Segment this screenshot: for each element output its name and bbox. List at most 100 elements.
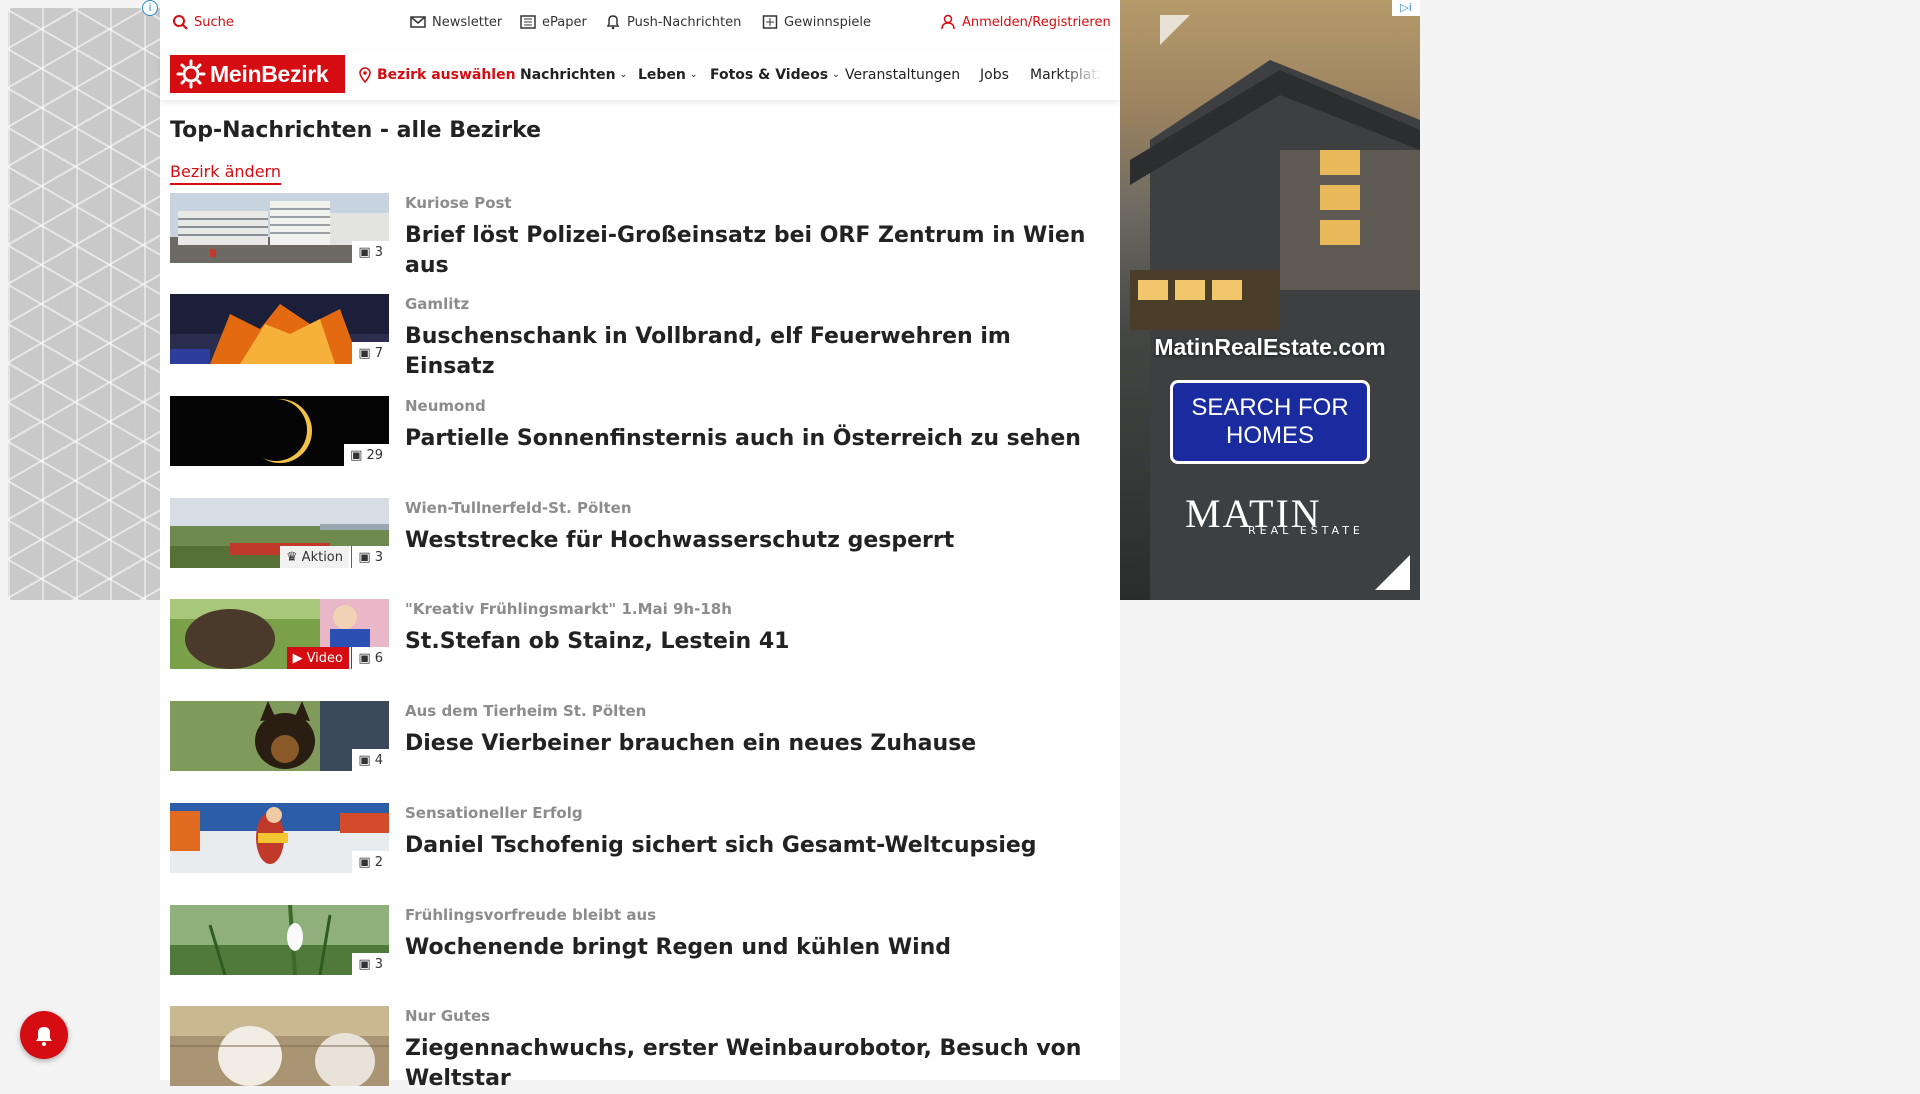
photo-count: 3 xyxy=(374,956,383,972)
article-thumbnail[interactable]: ▣ 3 xyxy=(170,193,389,263)
article-headline[interactable]: Daniel Tschofenig sichert sich Gesamt-We… xyxy=(405,831,1095,861)
image-icon: ▣ xyxy=(350,447,363,463)
chevron-down-icon: ⌄ xyxy=(689,70,698,80)
image-icon: ▣ xyxy=(358,854,371,870)
article-kicker: Kuriose Post xyxy=(405,194,512,212)
article-headline[interactable]: Brief löst Polizei-Großeinsatz bei ORF Z… xyxy=(405,221,1095,281)
nav-item-nachrichten[interactable]: Nachrichten ⌄ xyxy=(520,67,627,83)
ad-url-text: MatinRealEstate.com xyxy=(1154,334,1386,360)
epaper-label: ePaper xyxy=(542,14,587,30)
list-item[interactable]: ▣ 7 Gamlitz Buschenschank in Vollbrand, … xyxy=(170,294,1100,379)
newsletter-link[interactable]: Newsletter xyxy=(410,14,502,30)
photo-count-badge: ▣ 29 xyxy=(344,444,389,466)
article-headline[interactable]: St.Stefan ob Stainz, Lestein 41 xyxy=(405,627,1095,657)
list-item[interactable]: ▣ 2 Sensationeller Erfolg Daniel Tschofe… xyxy=(170,803,1100,875)
epaper-link[interactable]: ePaper xyxy=(520,14,587,30)
ad-info-icon[interactable]: i xyxy=(142,0,158,16)
bell-icon xyxy=(605,14,621,30)
photo-count: 3 xyxy=(374,549,383,565)
nav-overflow-fade xyxy=(1060,50,1120,100)
left-skyscraper-ad[interactable] xyxy=(8,8,160,600)
list-item[interactable]: ♛ Aktion ▣ 3 Wien-Tullnerfeld-St. Pölten… xyxy=(170,498,1100,570)
push-notifications-link[interactable]: Push-Nachrichten xyxy=(605,14,741,30)
utility-bar: Suche Newsletter ePaper Push-Nachrichten… xyxy=(160,0,1120,46)
nav-item-fotos-videos[interactable]: Fotos & Videos ⌄ xyxy=(710,67,840,83)
article-kicker: Wien-Tullnerfeld-St. Pölten xyxy=(405,499,632,517)
photo-count-badge: ▣ 3 xyxy=(352,241,389,263)
nav-item-label: Fotos & Videos xyxy=(710,67,829,83)
nav-item-leben[interactable]: Leben ⌄ xyxy=(638,67,697,83)
video-badge: ▶ Video xyxy=(286,647,351,669)
video-label: Video xyxy=(306,650,343,666)
district-select[interactable]: Bezirk auswählen xyxy=(357,67,516,83)
logo-text: MeinBezirk xyxy=(210,60,329,87)
chevron-down-icon: ⌄ xyxy=(832,70,840,80)
search-link[interactable]: Suche xyxy=(172,14,234,30)
photo-count-badge: ▣ 2 xyxy=(352,851,389,873)
image-icon: ▣ xyxy=(358,244,371,260)
login-label: Anmelden/Registrieren xyxy=(962,14,1111,30)
article-thumbnail[interactable]: ▣ 7 xyxy=(170,294,389,364)
article-kicker: Frühlingsvorfreude bleibt aus xyxy=(405,906,657,924)
article-kicker: Neumond xyxy=(405,397,486,415)
envelope-icon xyxy=(410,14,426,30)
photo-count-badge: ▣ 3 xyxy=(352,953,389,975)
article-kicker: Aus dem Tierheim St. Pölten xyxy=(405,702,647,720)
article-thumbnail[interactable]: ▣ 2 xyxy=(170,803,389,873)
article-headline[interactable]: Diese Vierbeiner brauchen ein neues Zuha… xyxy=(405,729,1095,759)
contests-link[interactable]: Gewinnspiele xyxy=(762,14,871,30)
article-kicker: Sensationeller Erfolg xyxy=(405,804,583,822)
article-kicker: Gamlitz xyxy=(405,295,470,313)
article-headline[interactable]: Ziegennachwuchs, erster Weinbaurobotor, … xyxy=(405,1034,1095,1094)
photo-count-badge: ▣ 3 xyxy=(352,546,389,568)
main-navigation: MeinBezirk Bezirk auswählen Nachrichten … xyxy=(160,50,1120,100)
location-pin-icon xyxy=(357,67,373,83)
article-thumbnail[interactable]: ▣ 29 xyxy=(170,396,389,466)
article-headline[interactable]: Weststrecke für Hochwasserschutz gesperr… xyxy=(405,526,1095,556)
photo-count: 6 xyxy=(374,650,383,666)
article-headline[interactable]: Buschenschank in Vollbrand, elf Feuerweh… xyxy=(405,322,1095,382)
list-item[interactable]: ▣ 3 Frühlingsvorfreude bleibt aus Wochen… xyxy=(170,905,1100,977)
nav-item-label: Leben xyxy=(638,67,686,83)
notification-bell-button[interactable] xyxy=(20,1011,68,1059)
nav-item-jobs[interactable]: Jobs xyxy=(980,67,1009,83)
play-icon: ▶ xyxy=(292,650,303,666)
photo-count: 2 xyxy=(374,854,383,870)
login-link[interactable]: Anmelden/Registrieren xyxy=(940,14,1111,30)
user-icon xyxy=(940,14,956,30)
search-homes-button[interactable]: SEARCH FOR HOMES xyxy=(1170,380,1370,464)
article-thumbnail[interactable]: ▣ 4 xyxy=(170,701,389,771)
goat-photo-icon xyxy=(170,1006,389,1086)
article-thumbnail[interactable]: ♛ Aktion ▣ 3 xyxy=(170,498,389,568)
article-headline[interactable]: Partielle Sonnenfinsternis auch in Öster… xyxy=(405,424,1095,454)
push-label: Push-Nachrichten xyxy=(627,14,742,30)
site-logo[interactable]: MeinBezirk xyxy=(170,55,345,93)
adchoices-icon[interactable]: ▷i xyxy=(1392,0,1420,16)
nav-item-veranstaltungen[interactable]: Veranstaltungen xyxy=(845,67,960,83)
district-select-label: Bezirk auswählen xyxy=(377,67,516,83)
photo-count: 3 xyxy=(374,244,383,260)
image-icon: ▣ xyxy=(358,752,371,768)
article-headline[interactable]: Wochenende bringt Regen und kühlen Wind xyxy=(405,933,1095,963)
photo-count: 29 xyxy=(366,447,383,463)
nav-item-label: Veranstaltungen xyxy=(845,67,961,83)
article-thumbnail[interactable]: ▶ Video ▣ 6 xyxy=(170,599,389,669)
photo-count-badge: ▣ 4 xyxy=(352,749,389,771)
chevron-down-icon: ⌄ xyxy=(619,70,628,80)
photo-count: 4 xyxy=(374,752,383,768)
article-thumbnail[interactable] xyxy=(170,1006,389,1086)
ad-brand-subtitle: REAL ESTATE xyxy=(1248,524,1364,537)
image-icon: ▣ xyxy=(358,549,371,565)
list-item[interactable]: Nur Gutes Ziegennachwuchs, erster Weinba… xyxy=(170,1006,1100,1091)
list-item[interactable]: ▣ 3 Kuriose Post Brief löst Polizei-Groß… xyxy=(170,193,1100,278)
list-item[interactable]: ▣ 29 Neumond Partielle Sonnenfinsternis … xyxy=(170,396,1100,468)
search-icon xyxy=(172,14,188,30)
photo-count-badge: ▣ 6 xyxy=(352,647,389,669)
image-icon: ▣ xyxy=(358,345,371,361)
real-estate-ad[interactable]: MatinRealEstate.com SEARCH FOR HOMES MAT… xyxy=(1120,0,1420,600)
list-item[interactable]: ▣ 4 Aus dem Tierheim St. Pölten Diese Vi… xyxy=(170,701,1100,773)
change-district-link[interactable]: Bezirk ändern xyxy=(170,162,281,185)
article-thumbnail[interactable]: ▣ 3 xyxy=(170,905,389,975)
list-item[interactable]: ▶ Video ▣ 6 "Kreativ Frühlingsmarkt" 1.M… xyxy=(170,599,1100,671)
action-label: Aktion xyxy=(301,549,343,565)
